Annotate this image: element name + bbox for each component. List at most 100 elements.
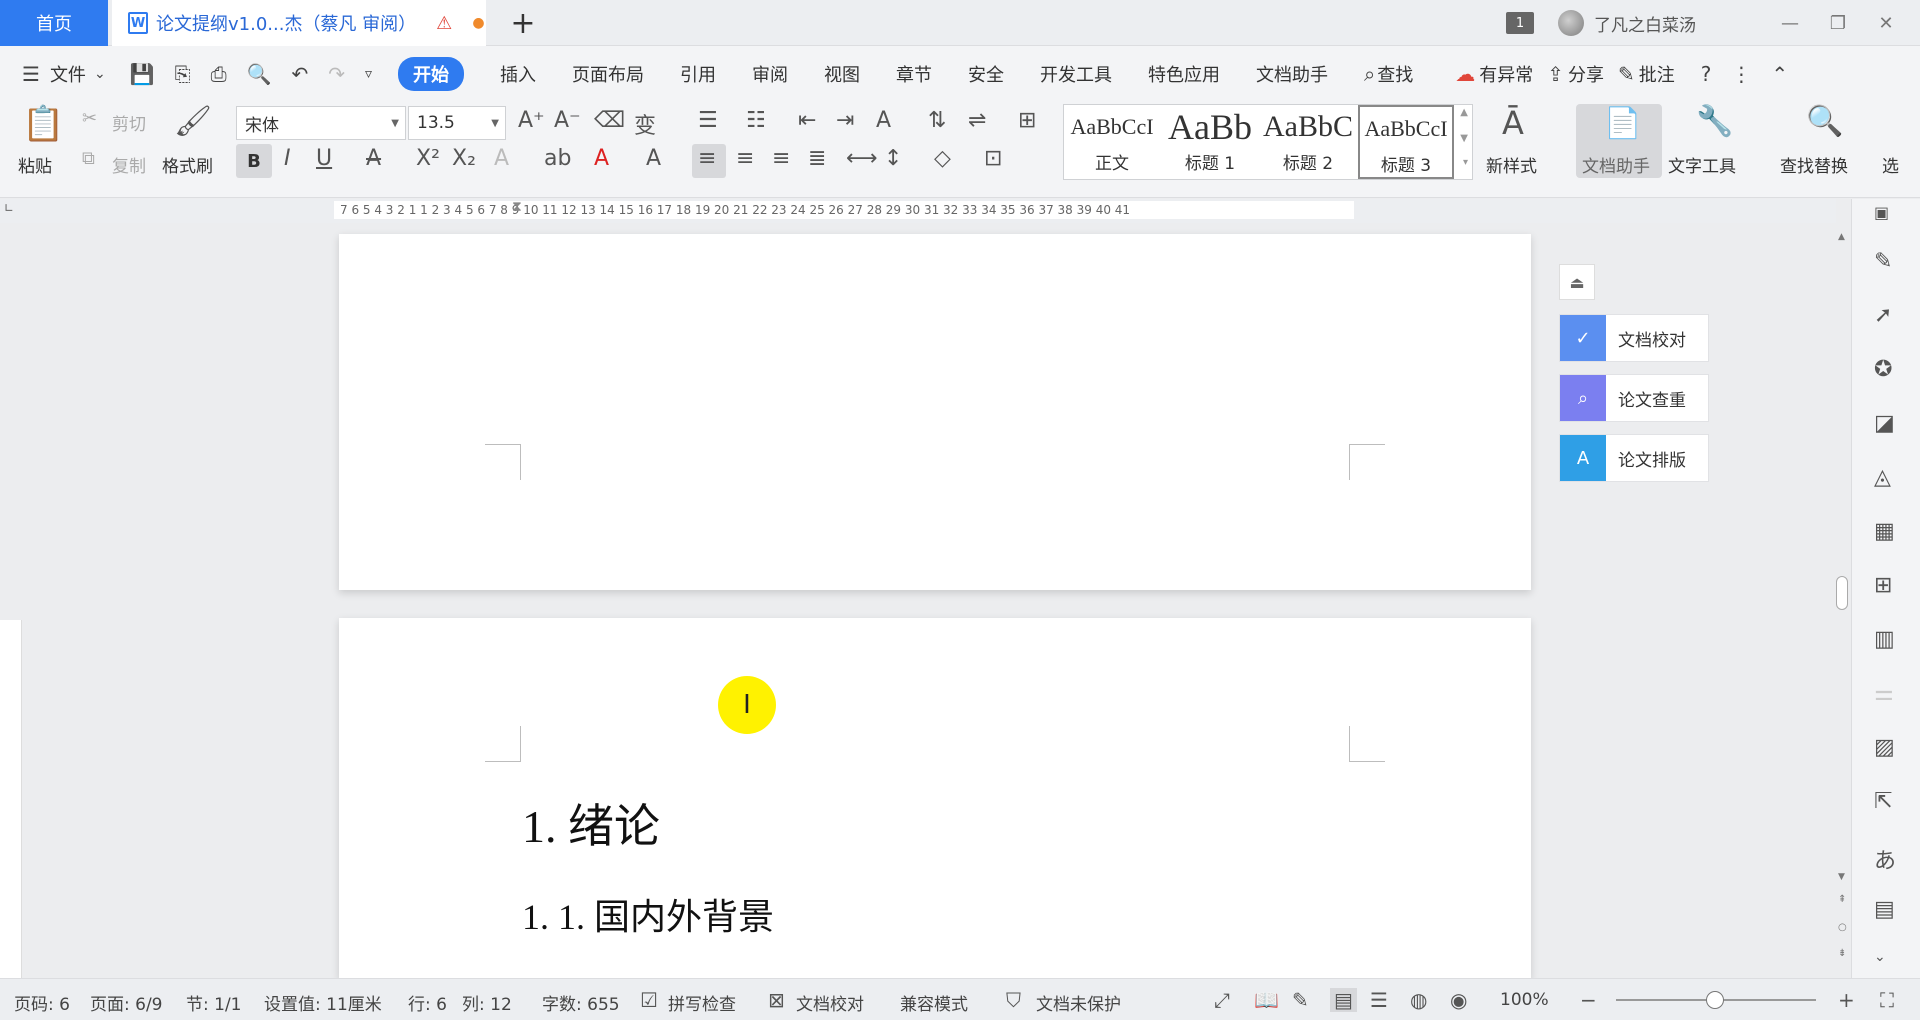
badge-icon[interactable]: ✪ xyxy=(1874,357,1892,382)
prev-page-icon[interactable]: ⇞ xyxy=(1838,894,1846,905)
bullet-list-icon[interactable]: ☰ xyxy=(698,108,718,133)
collapse-panel-icon[interactable]: ⏏ xyxy=(1559,264,1595,300)
sidebar-toggle-icon[interactable]: ▣ xyxy=(1874,203,1889,222)
text-tools-button[interactable]: 文字工具 xyxy=(1668,152,1736,177)
shading-icon[interactable]: ◇ xyxy=(934,146,951,171)
hamburger-icon[interactable]: ☰ xyxy=(22,62,40,86)
warning-icon[interactable]: ⚠ xyxy=(436,13,452,34)
minimize-icon[interactable]: — xyxy=(1766,13,1814,34)
sliders-icon[interactable]: ⚌ xyxy=(1874,681,1894,706)
chevron-down-icon[interactable]: ⌄ xyxy=(94,66,106,82)
magnifier-icon[interactable]: 🔍 xyxy=(1806,104,1843,139)
shrink-font-icon[interactable]: A⁻ xyxy=(554,108,581,133)
status-col[interactable]: 列: 12 xyxy=(462,990,512,1015)
new-style-button[interactable]: 新样式 xyxy=(1486,152,1537,177)
sort-icon[interactable]: ⇅ xyxy=(928,108,946,133)
menu-anomaly[interactable]: 有异常 xyxy=(1479,61,1533,87)
proofread-button[interactable]: ✓ 文档校对 xyxy=(1559,314,1709,362)
status-page-code[interactable]: 页码: 6 xyxy=(14,990,70,1015)
save-icon[interactable]: 💾 xyxy=(130,62,155,86)
paste-button[interactable]: 粘贴 xyxy=(18,152,52,177)
new-style-icon[interactable]: Ā xyxy=(1502,104,1524,142)
close-icon[interactable]: ✕ xyxy=(1862,13,1910,34)
find-replace-button[interactable]: 查找替换 xyxy=(1780,152,1848,177)
decrease-indent-icon[interactable]: ⇤ xyxy=(798,108,816,133)
undo-icon[interactable]: ↶ xyxy=(291,62,308,86)
highlight-icon[interactable]: ab xyxy=(544,146,571,171)
paste-icon[interactable]: 📋 xyxy=(22,104,64,144)
style-heading-3[interactable]: AaBbCcI 标题 3 xyxy=(1358,105,1454,179)
text-effect-icon[interactable]: A xyxy=(494,146,509,171)
copy-icon[interactable]: ⧉ xyxy=(82,148,95,169)
distribute-icon[interactable]: ⟷ xyxy=(846,146,878,171)
grow-font-icon[interactable]: A⁺ xyxy=(518,108,545,133)
text-direction-icon[interactable]: A xyxy=(876,108,891,133)
doc-assistant-button[interactable]: 📄 文档助手 xyxy=(1576,104,1662,178)
cut-button[interactable]: 剪切 xyxy=(112,110,146,135)
more-icon[interactable]: ⋮ xyxy=(1731,62,1751,86)
font-size-select[interactable]: 13.5 ▼ xyxy=(408,106,506,140)
wrench-icon[interactable]: 🔧 xyxy=(1696,104,1733,139)
redo-icon[interactable]: ↷ xyxy=(328,62,345,86)
sidebar-more-icon[interactable]: ⌄ xyxy=(1874,949,1886,965)
collapse-ribbon-icon[interactable]: ⌃ xyxy=(1771,62,1788,86)
zoom-slider-handle[interactable] xyxy=(1706,991,1724,1009)
status-setting[interactable]: 设置值: 11厘米 xyxy=(264,990,382,1015)
menu-features[interactable]: 特色应用 xyxy=(1148,61,1220,87)
shield-icon[interactable]: ⛉ xyxy=(1006,988,1021,1012)
new-tab-button[interactable]: + xyxy=(506,6,540,41)
char-shading-icon[interactable]: A xyxy=(646,146,661,171)
next-page-icon[interactable]: ⇟ xyxy=(1838,948,1846,959)
avatar[interactable] xyxy=(1558,10,1584,36)
select-browse-icon[interactable]: ○ xyxy=(1838,922,1847,933)
indent-marker-icon[interactable]: ⧗ xyxy=(512,199,522,215)
menu-layout[interactable]: 页面布局 xyxy=(572,61,644,87)
increase-indent-icon[interactable]: ⇥ xyxy=(836,108,854,133)
menu-comment[interactable]: 批注 xyxy=(1639,61,1675,87)
plagiarism-button[interactable]: ⌕ 论文查重 xyxy=(1559,374,1709,422)
numbered-list-icon[interactable]: ☷ xyxy=(746,108,766,133)
image-icon[interactable]: ▨ xyxy=(1874,735,1895,760)
style-heading-1[interactable]: AaBb 标题 1 xyxy=(1162,105,1258,179)
scroll-down-icon[interactable]: ▼ xyxy=(1838,872,1845,882)
restore-icon[interactable]: ❐ xyxy=(1814,13,1862,34)
grid-apps-icon[interactable]: ⊞ xyxy=(1874,573,1892,598)
zoom-level[interactable]: 100% xyxy=(1500,990,1549,1010)
tab-home[interactable]: 首页 xyxy=(0,0,108,46)
tab-document[interactable]: W 论文提纲v1.0...杰（蔡凡 审阅） ⚠ ● xyxy=(112,0,486,46)
export-share-icon[interactable]: ⇱ xyxy=(1874,789,1892,814)
status-page[interactable]: 页面: 6/9 xyxy=(90,990,163,1015)
superscript-icon[interactable]: X² xyxy=(416,146,440,171)
eye-protect-icon[interactable]: ◉ xyxy=(1450,988,1467,1012)
bold-button[interactable]: B xyxy=(236,144,272,178)
translate-icon[interactable]: あ xyxy=(1874,843,1896,875)
spell-check-button[interactable]: 拼写检查 xyxy=(668,990,736,1015)
styles-scroll-up-icon[interactable]: ▲ xyxy=(1460,107,1468,118)
status-words[interactable]: 字数: 655 xyxy=(542,990,620,1015)
styles-expand-icon[interactable]: ▾ xyxy=(1463,157,1468,168)
heading-2[interactable]: 1. 1. 国内外背景 xyxy=(522,888,774,940)
cut-icon[interactable]: ✂ xyxy=(82,108,97,129)
justify-icon[interactable]: ≣ xyxy=(808,146,826,171)
document-page[interactable] xyxy=(339,234,1531,590)
table-border-icon[interactable]: ⊞ xyxy=(1018,108,1036,133)
horizontal-ruler[interactable]: ∟ 7 6 5 4 3 2 1 1 2 3 4 5 6 7 8 9 10 11 … xyxy=(0,199,1836,223)
vertical-ruler[interactable] xyxy=(0,620,22,978)
menu-chapter[interactable]: 章节 xyxy=(896,61,932,87)
align-right-icon[interactable]: ≡ xyxy=(772,146,790,171)
edit-mode-icon[interactable]: ✎ xyxy=(1292,988,1309,1012)
page-view-icon[interactable]: ▤ xyxy=(1330,988,1357,1012)
subscript-icon[interactable]: X₂ xyxy=(452,146,476,171)
menu-share[interactable]: 分享 xyxy=(1568,61,1604,87)
line-spacing-icon[interactable]: ↕ xyxy=(884,146,902,171)
select-button[interactable]: 选 xyxy=(1882,152,1899,177)
spell-check-icon[interactable]: ☑ xyxy=(640,988,658,1012)
pointer-icon[interactable]: ➚ xyxy=(1874,303,1892,328)
borders-icon[interactable]: ⊡ xyxy=(984,146,1002,171)
proof-button[interactable]: 文档校对 xyxy=(796,990,864,1015)
print-icon[interactable]: ⎙ xyxy=(211,62,227,86)
menu-insert[interactable]: 插入 xyxy=(500,61,536,87)
fullscreen-icon[interactable]: ⤢ xyxy=(1214,988,1230,1012)
tab-stop-icon[interactable]: ∟ xyxy=(4,201,14,215)
italic-icon[interactable]: I xyxy=(284,146,291,171)
